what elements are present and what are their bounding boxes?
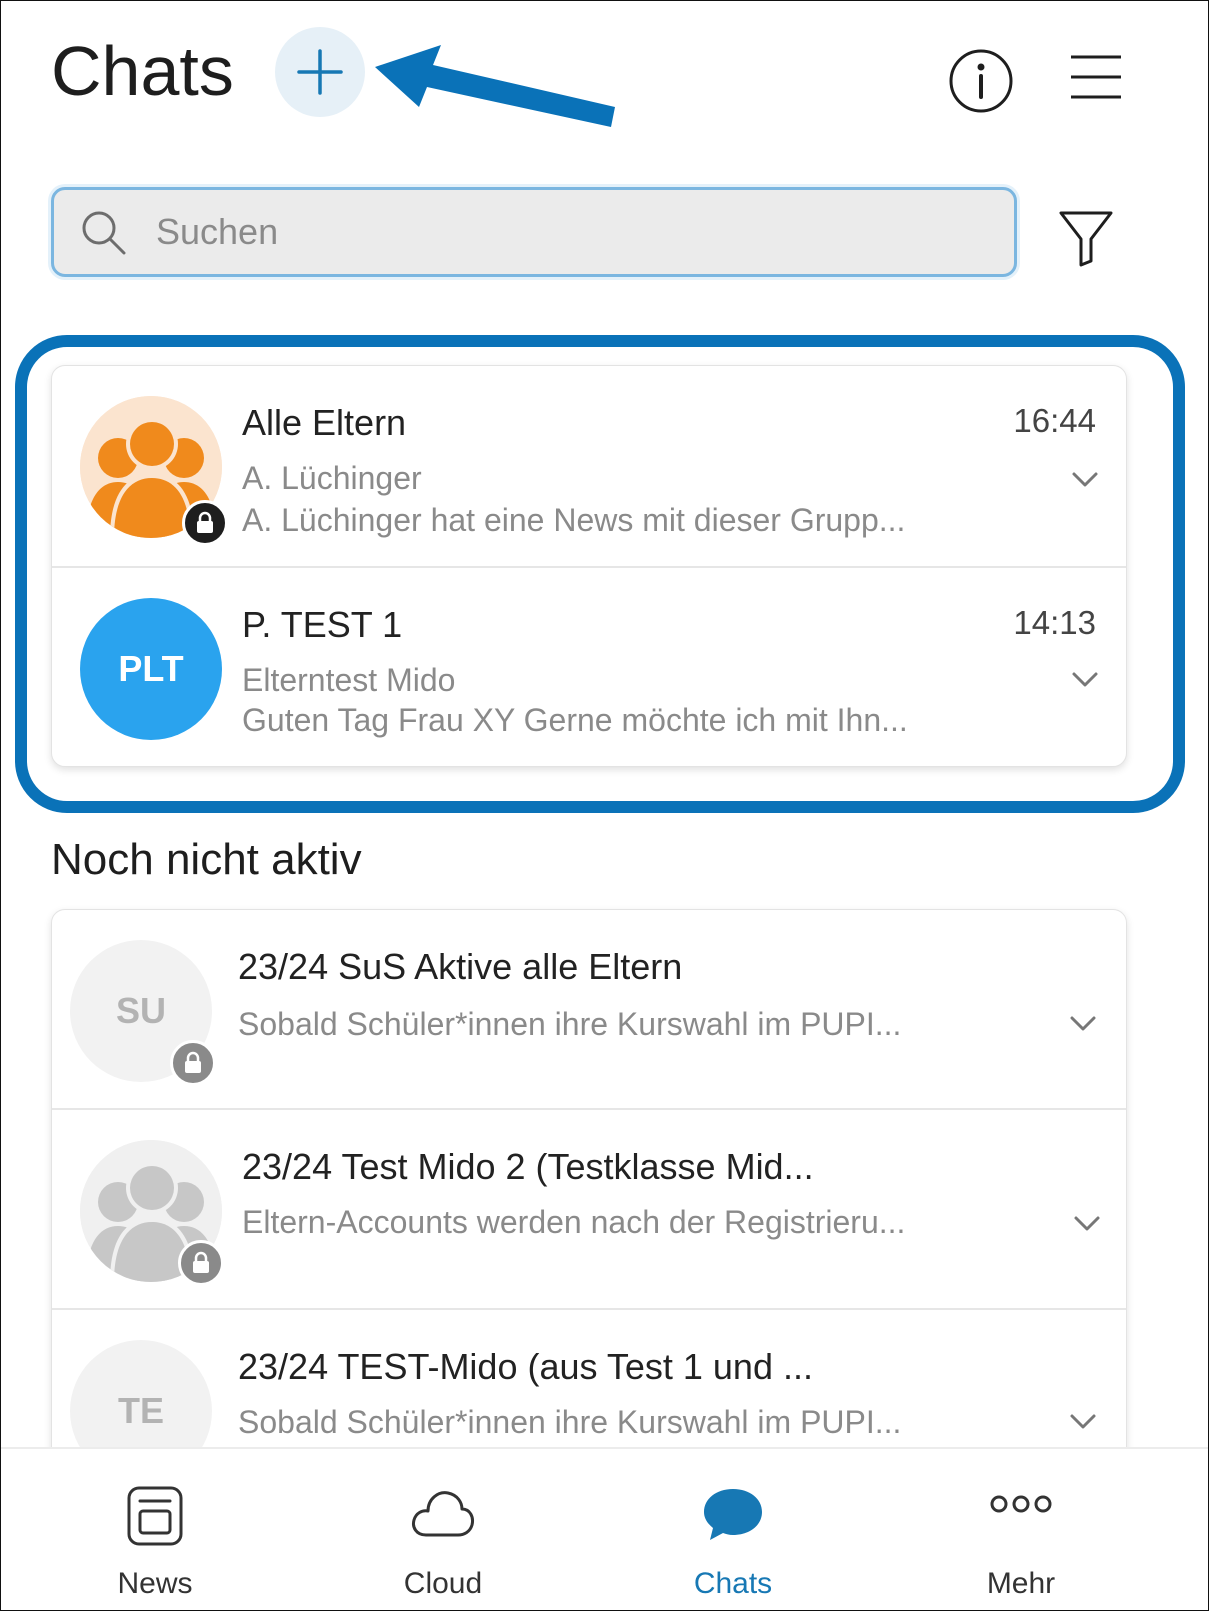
nav-item-news[interactable]: News [55,1449,255,1610]
chat-preview: Eltern-Accounts werden nach der Registri… [242,1204,906,1240]
chat-row-sus-aktive[interactable]: SU 23/24 SuS Aktive alle Eltern Sobald S… [52,910,1126,1108]
nav-label: News [117,1567,193,1600]
search-field[interactable] [51,187,1017,277]
bottom-navigation: News Cloud Chats Mehr [1,1447,1208,1610]
chat-name: P. TEST 1 [242,604,403,645]
filter-button[interactable] [1057,207,1115,269]
chat-name: Alle Eltern [242,402,407,443]
chat-row-test-mido-2[interactable]: 23/24 Test Mido 2 (Testklasse Mid... Elt… [52,1110,1126,1308]
nav-item-chats[interactable]: Chats [633,1449,833,1610]
nav-item-cloud[interactable]: Cloud [343,1449,543,1610]
initials-avatar: PLT [80,598,222,740]
chevron-down-icon[interactable] [1068,1014,1098,1034]
page-title: Chats [51,32,234,110]
info-button[interactable] [947,47,1015,115]
cloud-icon [412,1491,474,1537]
chat-sender: A. Lüchinger [242,460,422,496]
chat-name: 23/24 Test Mido 2 (Testklasse Mid... [242,1146,814,1187]
avatar-initials: PLT [118,648,184,689]
annotation-arrow [375,45,615,127]
search-input[interactable] [154,210,958,254]
chat-time: 14:13 [1013,604,1096,641]
nav-item-mehr[interactable]: Mehr [921,1449,1121,1610]
chevron-down-icon[interactable] [1070,670,1100,690]
avatar-initials: SU [115,990,166,1031]
chevron-down-icon[interactable] [1072,1214,1102,1234]
nav-label: Mehr [986,1567,1056,1600]
new-chat-button[interactable] [275,27,365,117]
more-dots-icon [990,1495,1052,1513]
chat-row-p-test-1[interactable]: PLT P. TEST 1 14:13 Elterntest Mido Gute… [52,568,1126,766]
search-icon [78,207,128,257]
app-screen: Chats Suchen Alle Eltern 16:44 A. Lüchin… [0,0,1209,1611]
chat-preview: Guten Tag Frau XY Gerne möchte ich mit I… [242,702,908,738]
chat-bubble-icon [704,1489,762,1540]
lock-icon [178,1240,224,1286]
lock-icon [170,1040,216,1086]
news-icon [127,1486,183,1546]
inactive-chats-card: SU 23/24 SuS Aktive alle Eltern Sobald S… [51,909,1127,1509]
chat-preview: A. Lüchinger hat eine News mit dieser Gr… [242,502,906,538]
chat-preview: Sobald Schüler*innen ihre Kurswahl im PU… [238,1404,902,1440]
active-chats-card: Alle Eltern 16:44 A. Lüchinger A. Lüchin… [51,365,1127,767]
chat-sender: Elterntest Mido [242,662,456,698]
menu-button[interactable] [1067,51,1125,103]
chevron-down-icon[interactable] [1068,1412,1098,1432]
chat-name: 23/24 SuS Aktive alle Eltern [238,946,683,987]
avatar-initials: TE [117,1390,164,1431]
section-heading: Noch nicht aktiv [51,835,362,884]
nav-label: Cloud [403,1567,483,1600]
chat-name: 23/24 TEST-Mido (aus Test 1 und ... [238,1346,813,1387]
plus-icon [297,49,343,95]
nav-label: Chats [693,1567,773,1600]
chevron-down-icon[interactable] [1070,470,1100,490]
chat-time: 16:44 [1013,402,1096,439]
chat-preview: Sobald Schüler*innen ihre Kurswahl im PU… [238,1006,902,1042]
filter-icon [1059,211,1113,267]
info-icon [949,49,1013,113]
hamburger-menu-icon [1071,55,1121,99]
lock-icon [182,500,228,546]
chat-row-alle-eltern[interactable]: Alle Eltern 16:44 A. Lüchinger A. Lüchin… [52,366,1126,566]
